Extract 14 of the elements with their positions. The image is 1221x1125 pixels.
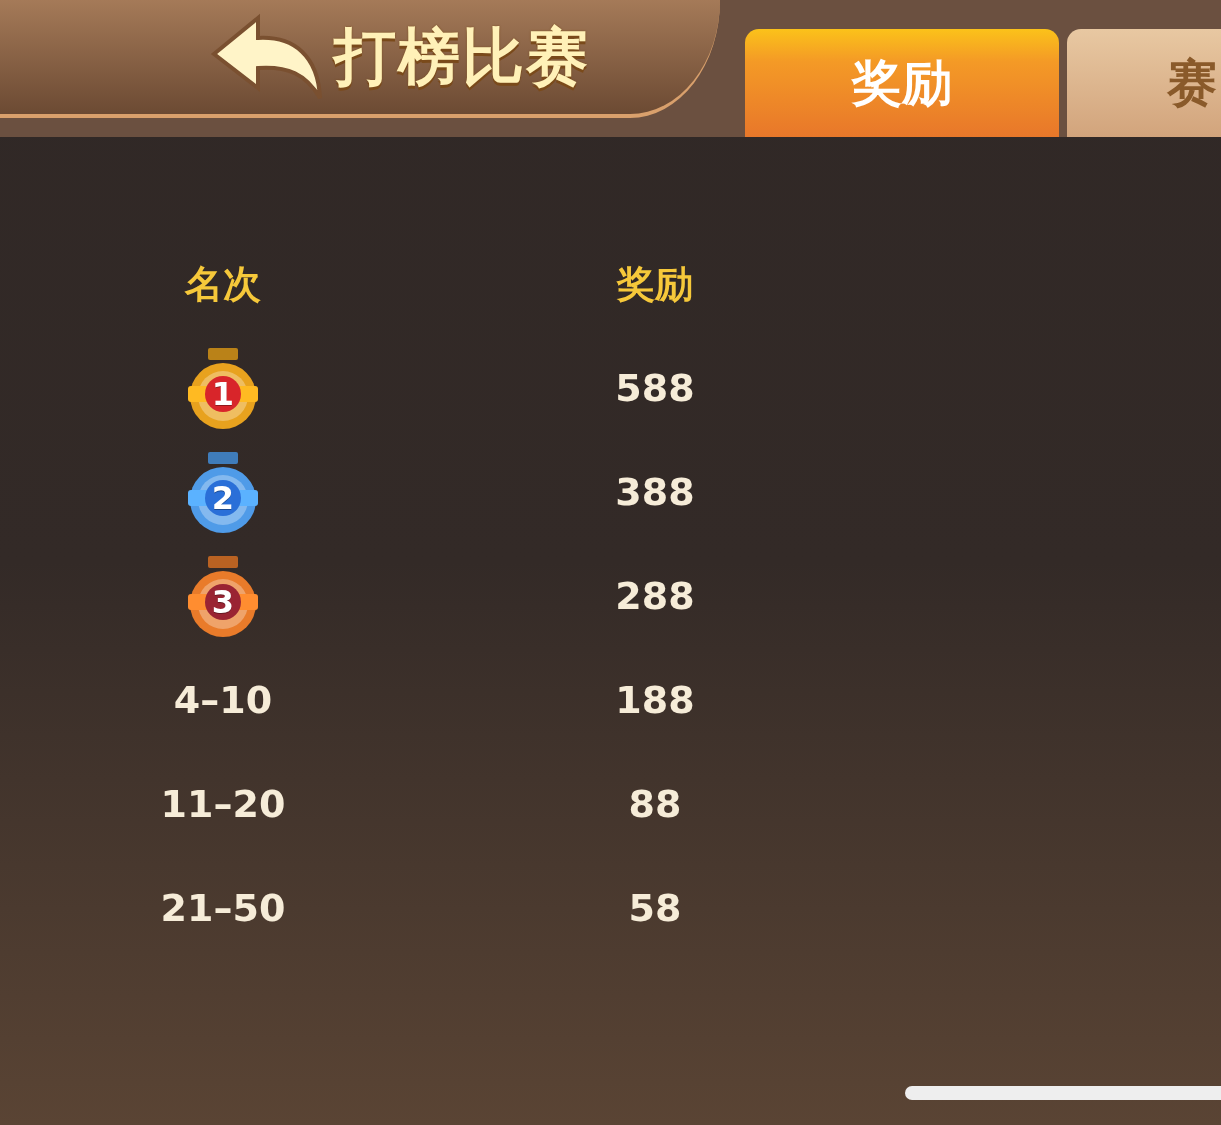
page-title: 打榜比赛 — [334, 19, 590, 95]
reward-cell: 388 — [615, 470, 695, 514]
reward-cell: 58 — [628, 886, 682, 930]
tab[interactable]: 奖励 — [745, 29, 1059, 137]
rank-cell: 21–50 — [160, 886, 286, 930]
tab[interactable]: 赛 — [1067, 29, 1221, 137]
column-header: 名次 — [183, 260, 262, 308]
rank-cell: 4–10 — [173, 678, 273, 722]
rank-cell: 11–20 — [160, 782, 286, 826]
reward-cell: 288 — [615, 574, 695, 618]
reward-cell: 88 — [628, 782, 682, 826]
reward-cell: 588 — [615, 366, 695, 410]
reward-cell: 188 — [615, 678, 695, 722]
column-header: 奖励 — [615, 260, 694, 308]
